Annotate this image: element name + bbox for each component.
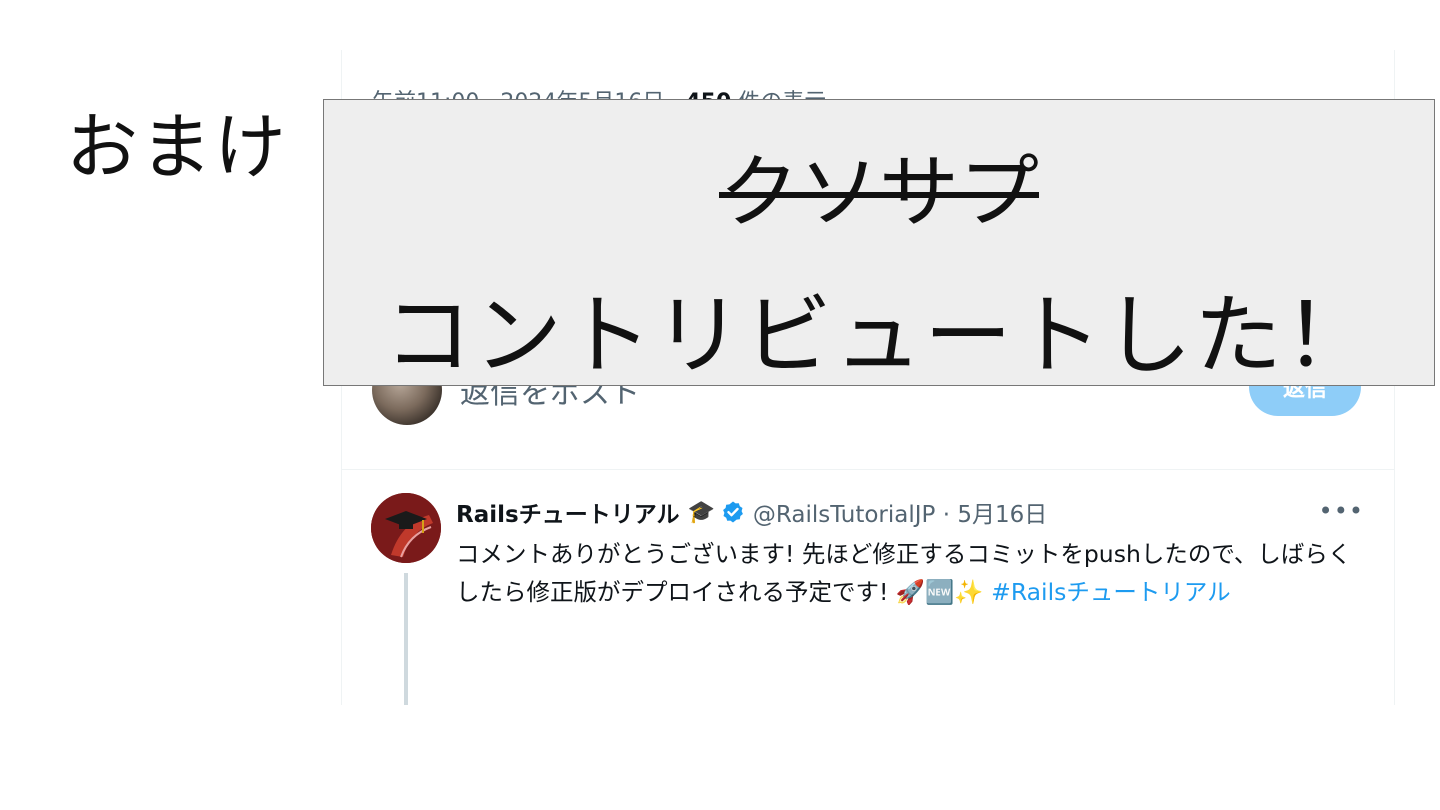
- graduation-cap-icon: 🎓: [687, 499, 715, 525]
- more-options-icon[interactable]: •••: [1319, 497, 1364, 525]
- hashtag-link[interactable]: #Railsチュートリアル: [991, 578, 1230, 606]
- annotation-overlay: クソサプ コントリビュートした！: [323, 99, 1435, 387]
- struck-through-text: クソサプ: [719, 146, 1039, 239]
- author-handle-date[interactable]: @RailsTutorialJP · 5月16日: [753, 495, 1047, 529]
- verified-badge-icon: [722, 501, 743, 523]
- rails-logo-icon: [371, 493, 441, 563]
- rails-tutorial-avatar[interactable]: [371, 493, 441, 563]
- tweet-header: Railsチュートリアル 🎓 @RailsTutorialJP · 5月16日: [456, 495, 1047, 529]
- thread-connector: [404, 573, 408, 705]
- slide-title: おまけ: [66, 105, 289, 189]
- overlay-headline: コントリビュートした！: [383, 284, 1374, 387]
- author-name[interactable]: Railsチュートリアル: [456, 495, 679, 529]
- tweet-text: コメントありがとうございます! 先ほど修正するコミットをpushしたので、しばら…: [456, 535, 1356, 611]
- reply-tweet: Railsチュートリアル 🎓 @RailsTutorialJP · 5月16日 …: [342, 471, 1394, 705]
